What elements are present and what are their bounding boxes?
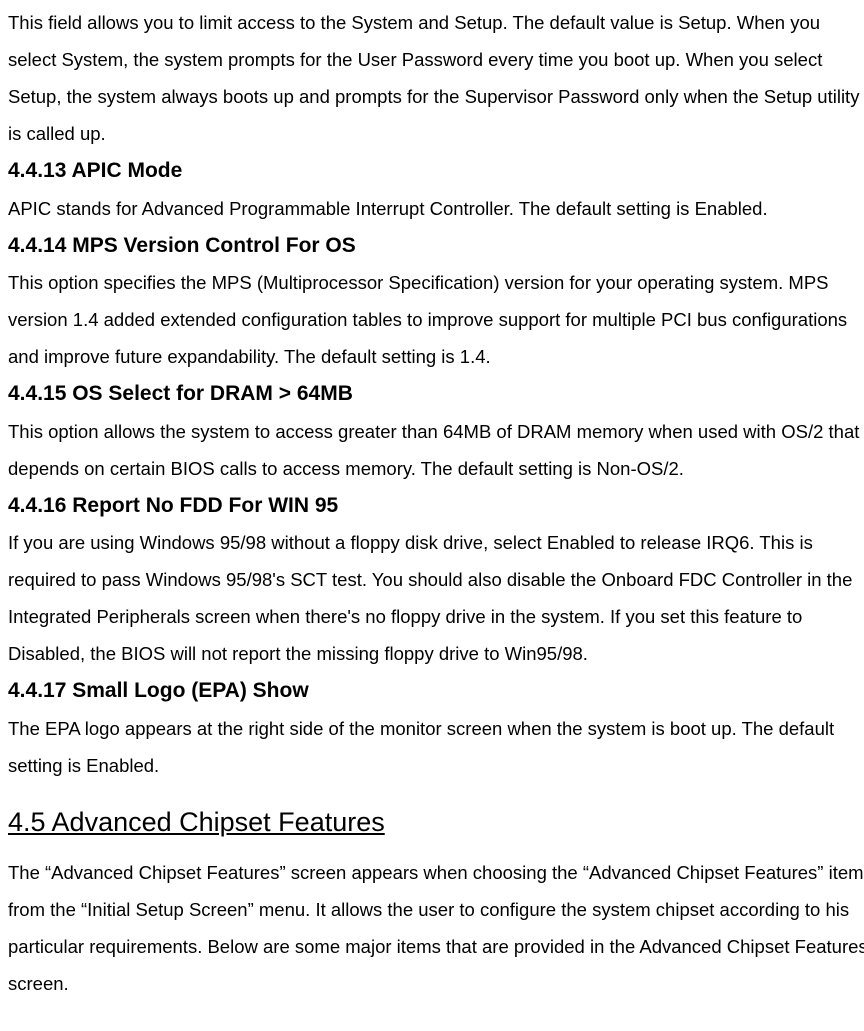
heading-4-4-16: 4.4.16 Report No FDD For WIN 95 [8,489,864,523]
body-4-4-16: If you are using Windows 95/98 without a… [8,524,864,672]
body-4-4-15: This option allows the system to access … [8,413,864,487]
heading-4-4-15: 4.4.15 OS Select for DRAM > 64MB [8,377,864,411]
intro-paragraph: This field allows you to limit access to… [8,4,864,152]
heading-4-5: 4.5 Advanced Chipset Features [8,802,864,843]
heading-4-4-13: 4.4.13 APIC Mode [8,154,864,188]
heading-4-4-14: 4.4.14 MPS Version Control For OS [8,229,864,263]
body-4-4-14: This option specifies the MPS (Multiproc… [8,264,864,375]
body-4-4-17: The EPA logo appears at the right side o… [8,710,864,784]
heading-4-4-17: 4.4.17 Small Logo (EPA) Show [8,674,864,708]
body-4-5: The “Advanced Chipset Features” screen a… [8,854,864,1002]
body-4-4-13: APIC stands for Advanced Programmable In… [8,190,864,227]
